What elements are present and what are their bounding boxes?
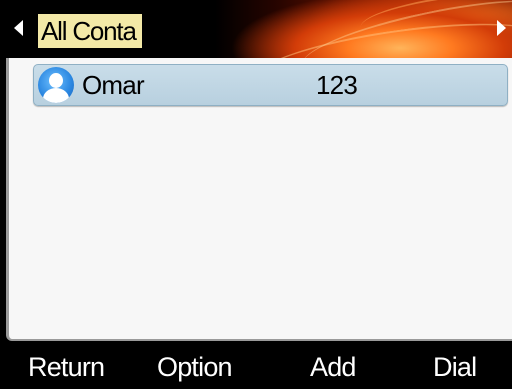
contact-list: Omar 123 — [6, 58, 512, 341]
user-avatar-icon — [38, 67, 74, 103]
add-softkey[interactable]: Add — [310, 351, 356, 383]
arrow-left-icon[interactable] — [14, 20, 23, 36]
dial-softkey[interactable]: Dial — [433, 351, 477, 383]
softkey-bar: Return Option Add Dial — [0, 343, 512, 389]
phone-screen: All Conta Omar 123 Return Option Add Dia… — [0, 0, 512, 389]
page-title: All Conta — [38, 14, 142, 48]
contact-name: Omar — [82, 70, 145, 100]
option-softkey[interactable]: Option — [157, 351, 233, 383]
return-softkey[interactable]: Return — [28, 351, 105, 383]
arrow-right-icon[interactable] — [497, 20, 506, 36]
header-bar: All Conta — [0, 0, 512, 58]
contact-number: 123 — [316, 70, 358, 100]
contact-row-selected[interactable]: Omar 123 — [33, 64, 508, 106]
